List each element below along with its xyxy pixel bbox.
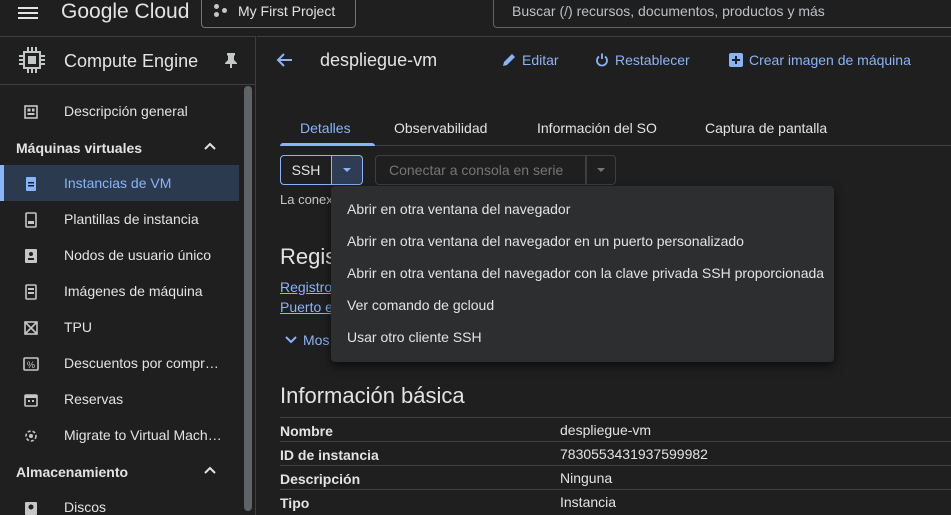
- sidebar-item-label: Instancias de VM: [64, 175, 172, 191]
- sidebar-item-label: Imágenes de máquina: [64, 283, 203, 299]
- migrate-icon: [25, 430, 37, 442]
- sidebar-item-label: Nodos de usuario único: [64, 247, 212, 263]
- ssh-button[interactable]: SSH: [280, 155, 332, 185]
- row-value: 7830553431937599982: [560, 446, 708, 462]
- table-row: ID de instancia 7830553431937599982: [280, 441, 951, 465]
- row-key: Descripción: [280, 471, 361, 487]
- compute-engine-icon: [19, 47, 45, 73]
- sidebar-item-disks[interactable]: Discos: [0, 489, 239, 515]
- sidebar-item-machine-images[interactable]: Imágenes de máquina: [0, 273, 239, 309]
- row-value: despliegue-vm: [560, 422, 652, 438]
- sidebar-item-reservations[interactable]: Reservas: [0, 381, 239, 417]
- table-row: Tipo Instancia: [280, 489, 951, 513]
- active-tab-indicator: [280, 143, 375, 146]
- section-label: Máquinas virtuales: [16, 140, 143, 156]
- create-machine-image-button[interactable]: Crear imagen de máquina: [729, 52, 911, 68]
- template-icon: [25, 212, 37, 228]
- reset-label: Restablecer: [615, 52, 690, 68]
- search-placeholder: Buscar (/) recursos, documentos, product…: [512, 3, 825, 19]
- vm-instance-icon: [26, 177, 36, 191]
- tab-os-info[interactable]: Información del SO: [537, 120, 657, 136]
- sole-tenant-icon: [25, 249, 37, 263]
- sidebar: Compute Engine Descripción general Máqui…: [0, 36, 256, 515]
- search-input[interactable]: Buscar (/) recursos, documentos, product…: [493, 0, 951, 28]
- row-key: ID de instancia: [280, 447, 379, 463]
- sidebar-item-migrate[interactable]: Migrate to Virtual Mach…: [0, 417, 239, 453]
- add-box-icon: [729, 53, 743, 67]
- ssh-options-menu: Abrir en otra ventana del navegador Abri…: [331, 186, 834, 362]
- serial-console-button[interactable]: Conectar a consola en serie: [375, 155, 586, 185]
- sidebar-scrollbar[interactable]: [244, 86, 252, 511]
- chevron-up-icon: [204, 466, 216, 474]
- sidebar-item-label: TPU: [64, 319, 92, 335]
- basic-info-title: Información básica: [280, 383, 465, 408]
- sidebar-item-overview[interactable]: Descripción general: [0, 93, 239, 129]
- page-title: despliegue-vm: [320, 50, 438, 70]
- sidebar-item-label: Reservas: [64, 391, 124, 407]
- machine-image-icon: [25, 284, 37, 300]
- show-more-label: Mos: [303, 332, 330, 348]
- sidebar-item-label: Descuentos por compr…: [64, 355, 219, 371]
- sidebar-item-vm-instances[interactable]: Instancias de VM: [0, 165, 239, 201]
- edit-label: Editar: [522, 52, 559, 68]
- project-label: My First Project: [238, 3, 336, 19]
- chevron-up-icon: [204, 142, 216, 150]
- menu-item-gcloud-command[interactable]: Ver comando de gcloud: [331, 289, 834, 321]
- sidebar-item-label: Plantillas de instancia: [64, 211, 199, 227]
- create-image-label: Crear imagen de máquina: [749, 52, 911, 68]
- power-icon: [596, 53, 608, 67]
- row-value: Instancia: [560, 494, 617, 510]
- sidebar-item-label: Descripción general: [64, 103, 188, 119]
- section-label: Almacenamiento: [16, 464, 129, 480]
- menu-item-open-private-key[interactable]: Abrir en otra ventana del navegador con …: [331, 257, 834, 289]
- sidebar-item-label: Migrate to Virtual Mach…: [64, 427, 222, 443]
- ssh-dropdown-button[interactable]: [332, 155, 363, 185]
- pin-icon[interactable]: [224, 52, 238, 68]
- project-icon: [214, 4, 228, 18]
- sidebar-item-sole-tenant[interactable]: Nodos de usuario único: [0, 237, 239, 273]
- sidebar-item-tpu[interactable]: TPU: [0, 309, 239, 345]
- serial-console-dropdown[interactable]: [586, 155, 616, 185]
- dashboard-icon: [24, 105, 38, 119]
- pencil-icon: [503, 54, 515, 66]
- caret-down-icon: [597, 168, 605, 172]
- back-arrow-icon[interactable]: [275, 52, 293, 68]
- section-storage[interactable]: Almacenamiento: [0, 454, 239, 490]
- tab-bar: Detalles Observabilidad Información del …: [280, 110, 951, 146]
- product-title: Compute Engine: [64, 51, 199, 71]
- row-key: Nombre: [280, 423, 333, 439]
- row-key: Tipo: [280, 495, 310, 511]
- row-value: Ninguna: [560, 470, 613, 486]
- reset-button[interactable]: Restablecer: [595, 52, 690, 68]
- basic-info-table: Nombre despliegue-vm ID de instancia 783…: [280, 417, 951, 513]
- edit-button[interactable]: Editar: [502, 52, 559, 68]
- sidebar-item-instance-templates[interactable]: Plantillas de instancia: [0, 201, 239, 237]
- menu-item-other-ssh-client[interactable]: Usar otro cliente SSH: [331, 321, 834, 353]
- project-selector-button[interactable]: My First Project: [201, 0, 356, 28]
- menu-item-open-browser[interactable]: Abrir en otra ventana del navegador: [331, 193, 834, 225]
- tab-details[interactable]: Detalles: [300, 120, 351, 136]
- menu-item-open-custom-port[interactable]: Abrir en otra ventana del navegador en u…: [331, 225, 834, 257]
- tab-screenshot[interactable]: Captura de pantalla: [705, 120, 827, 136]
- tpu-icon: [24, 321, 38, 335]
- hamburger-menu-icon[interactable]: [18, 4, 38, 24]
- table-row: Nombre despliegue-vm: [280, 417, 951, 441]
- table-row: Descripción Ninguna: [280, 465, 951, 489]
- disk-icon: [25, 502, 37, 515]
- top-bar: Google Cloud My First Project Buscar (/)…: [0, 0, 951, 36]
- svg-text:%: %: [27, 360, 35, 370]
- calendar-icon: [24, 394, 38, 407]
- sidebar-header: Compute Engine: [0, 37, 255, 85]
- tab-observability[interactable]: Observabilidad: [394, 120, 487, 136]
- chevron-down-icon: [285, 336, 297, 344]
- google-cloud-logo[interactable]: Google Cloud: [61, 0, 189, 24]
- page-header: despliegue-vm Editar Restablecer Crear i…: [257, 36, 951, 84]
- sidebar-item-label: Discos: [64, 499, 107, 515]
- discount-icon: %: [23, 357, 39, 371]
- sidebar-item-committed-discounts[interactable]: % Descuentos por compr…: [0, 345, 239, 381]
- section-virtual-machines[interactable]: Máquinas virtuales: [0, 130, 239, 166]
- caret-down-icon: [343, 168, 351, 172]
